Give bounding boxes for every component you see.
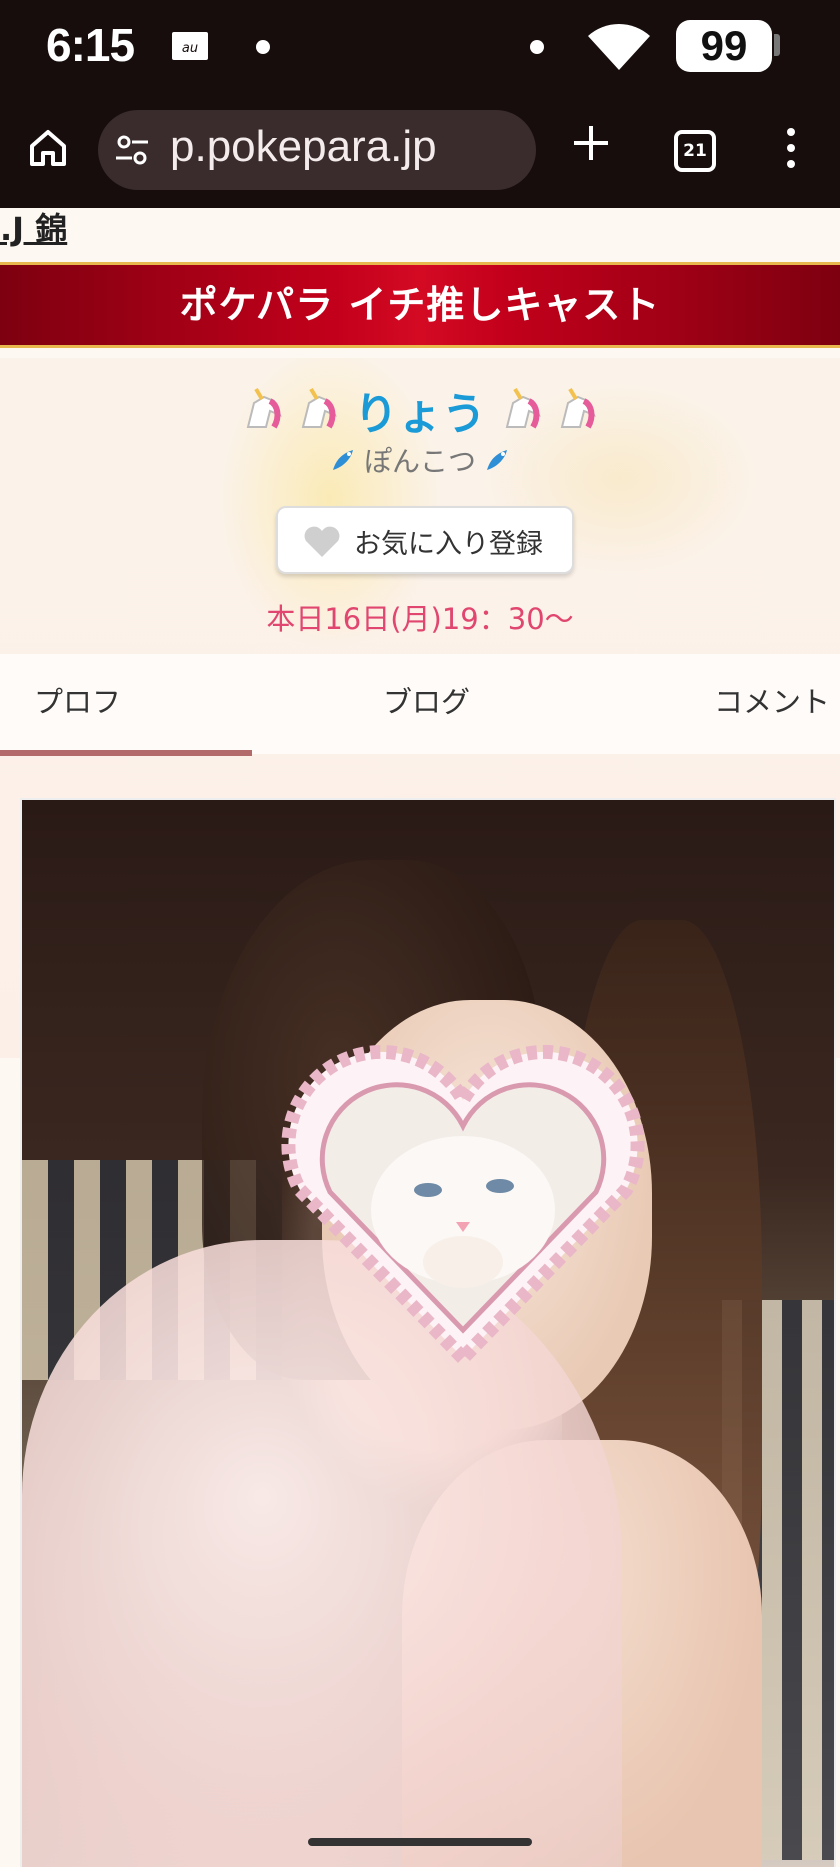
dragon-icon <box>332 450 353 470</box>
more-menu-icon[interactable] <box>776 124 806 172</box>
battery-icon: 99 <box>676 20 772 72</box>
battery-tip <box>774 34 780 56</box>
notification-dot <box>530 40 544 54</box>
cast-subtitle: ぽんこつ <box>363 445 476 478</box>
favorite-button[interactable]: お気に入り登録 <box>276 506 574 574</box>
emoji-group-left <box>238 387 343 433</box>
profile-tabs: プロフ ブログ コメント <box>0 654 840 756</box>
status-bar: 6:15 au 99 <box>0 0 840 96</box>
unicorn-icon <box>560 387 597 429</box>
heart-icon <box>304 526 340 557</box>
au-carrier-icon: au <box>172 32 208 60</box>
home-icon[interactable] <box>26 126 70 170</box>
banner-title: ポケパラ イチ推しキャスト <box>179 283 661 327</box>
active-tab-indicator <box>0 750 252 756</box>
wifi-icon <box>588 23 650 70</box>
schedule-text: 本日16日(月)19：30〜 <box>266 602 574 636</box>
web-page: .J 錦 ポケパラ イチ推しキャスト りょう ぽんこつ お気に入り登録 本日16… <box>0 208 840 1867</box>
site-settings-icon[interactable] <box>114 132 150 168</box>
cast-photo[interactable] <box>20 798 836 1867</box>
top-link[interactable]: .J 錦 <box>0 208 67 250</box>
notification-dot <box>256 40 270 54</box>
unicorn-icon <box>505 387 541 429</box>
favorite-button-label: お気に入り登録 <box>354 529 543 560</box>
cast-subtitle-row: ぽんこつ <box>0 440 840 480</box>
tab-comment[interactable]: コメント <box>714 654 830 750</box>
banner: ポケパラ イチ推しキャスト <box>0 262 840 348</box>
svg-text:au: au <box>182 41 198 56</box>
unicorn-icon <box>301 387 337 429</box>
tabs-icon[interactable]: 21 <box>674 130 716 172</box>
new-tab-icon[interactable] <box>570 122 612 164</box>
unicorn-icon <box>246 387 282 429</box>
url-text[interactable]: p.pokepara.jp <box>170 122 437 172</box>
tab-profile[interactable]: プロフ <box>34 654 121 750</box>
dragon-icon <box>487 450 508 470</box>
emoji-group-right <box>497 387 602 433</box>
cast-name: りょう <box>354 389 486 440</box>
cat-heart-sticker <box>281 1044 645 1369</box>
status-time: 6:15 <box>46 19 135 71</box>
browser-toolbar: p.pokepara.jp 21 <box>0 96 840 208</box>
cast-name-row: りょう <box>0 378 840 440</box>
home-indicator[interactable] <box>308 1838 532 1846</box>
address-bar[interactable]: p.pokepara.jp <box>98 110 536 190</box>
tab-blog[interactable]: ブログ <box>383 654 470 750</box>
